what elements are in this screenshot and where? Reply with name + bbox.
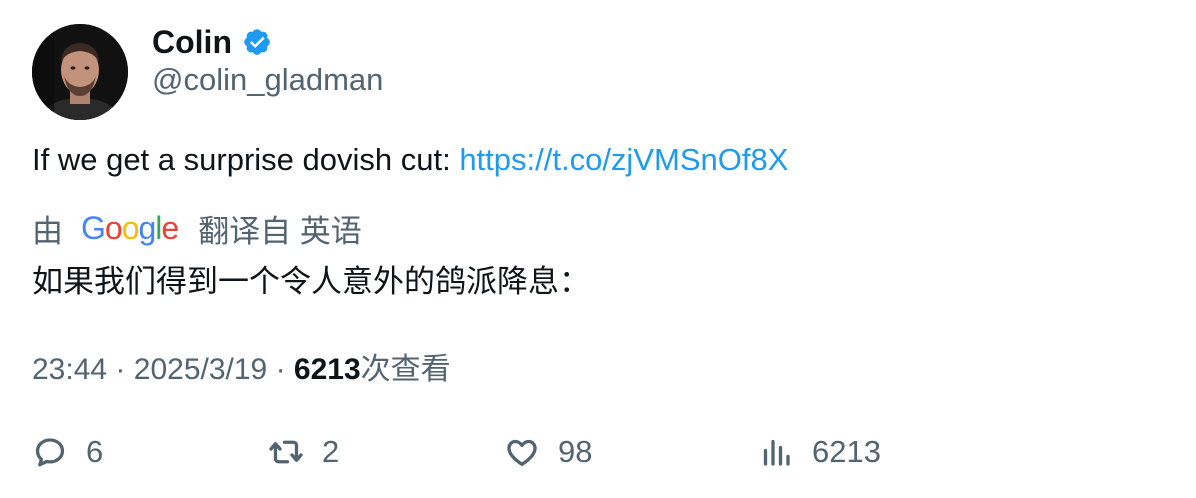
tweet-text: If we get a surprise dovish cut: https:/… xyxy=(32,142,788,178)
views-action-count: 6213 xyxy=(812,434,881,469)
translation-prefix: 由 xyxy=(32,213,63,249)
views-button[interactable]: 6213 xyxy=(758,428,881,476)
views-label: 次查看 xyxy=(360,353,451,386)
action-bar: 6 2 98 6213 xyxy=(32,428,1172,476)
views-icon xyxy=(763,439,790,466)
avatar-image xyxy=(32,24,128,120)
like-button[interactable]: 98 xyxy=(504,428,592,476)
views-count: 6213 xyxy=(293,353,361,386)
tweet-body: If we get a surprise dovish cut: xyxy=(32,142,460,177)
translation-suffix[interactable]: 翻译自 英语 xyxy=(198,206,362,251)
retweet-button[interactable]: 2 xyxy=(268,428,339,476)
like-count: 98 xyxy=(558,434,593,469)
verified-badge-icon xyxy=(244,29,270,55)
tweet-time[interactable]: 23:44 xyxy=(32,353,107,386)
meta-separator: · xyxy=(275,353,286,386)
retweet-icon xyxy=(269,440,303,464)
reply-count: 6 xyxy=(86,434,104,469)
tweet-date[interactable]: 2025/3/19 xyxy=(134,353,267,386)
translation-attribution: 由 Google 翻译自 英语 xyxy=(32,206,362,250)
google-logo: Google xyxy=(81,209,179,246)
translated-text: 如果我们得到一个令人意外的鸽派降息： xyxy=(32,264,590,299)
meta-separator: · xyxy=(115,353,126,386)
author-name[interactable]: Colin xyxy=(152,24,232,61)
reply-icon xyxy=(35,438,65,467)
avatar[interactable] xyxy=(32,24,128,120)
tweet-link[interactable]: https://t.co/zjVMSnOf8X xyxy=(459,142,788,177)
author-handle[interactable]: @colin_gladman xyxy=(152,62,383,98)
retweet-count: 2 xyxy=(322,434,340,469)
tweet-meta: 23:44 · 2025/3/19 · 6213次查看 xyxy=(32,344,451,388)
like-icon xyxy=(507,439,537,466)
author-name-row: Colin xyxy=(152,22,272,62)
reply-button[interactable]: 6 xyxy=(32,428,103,476)
